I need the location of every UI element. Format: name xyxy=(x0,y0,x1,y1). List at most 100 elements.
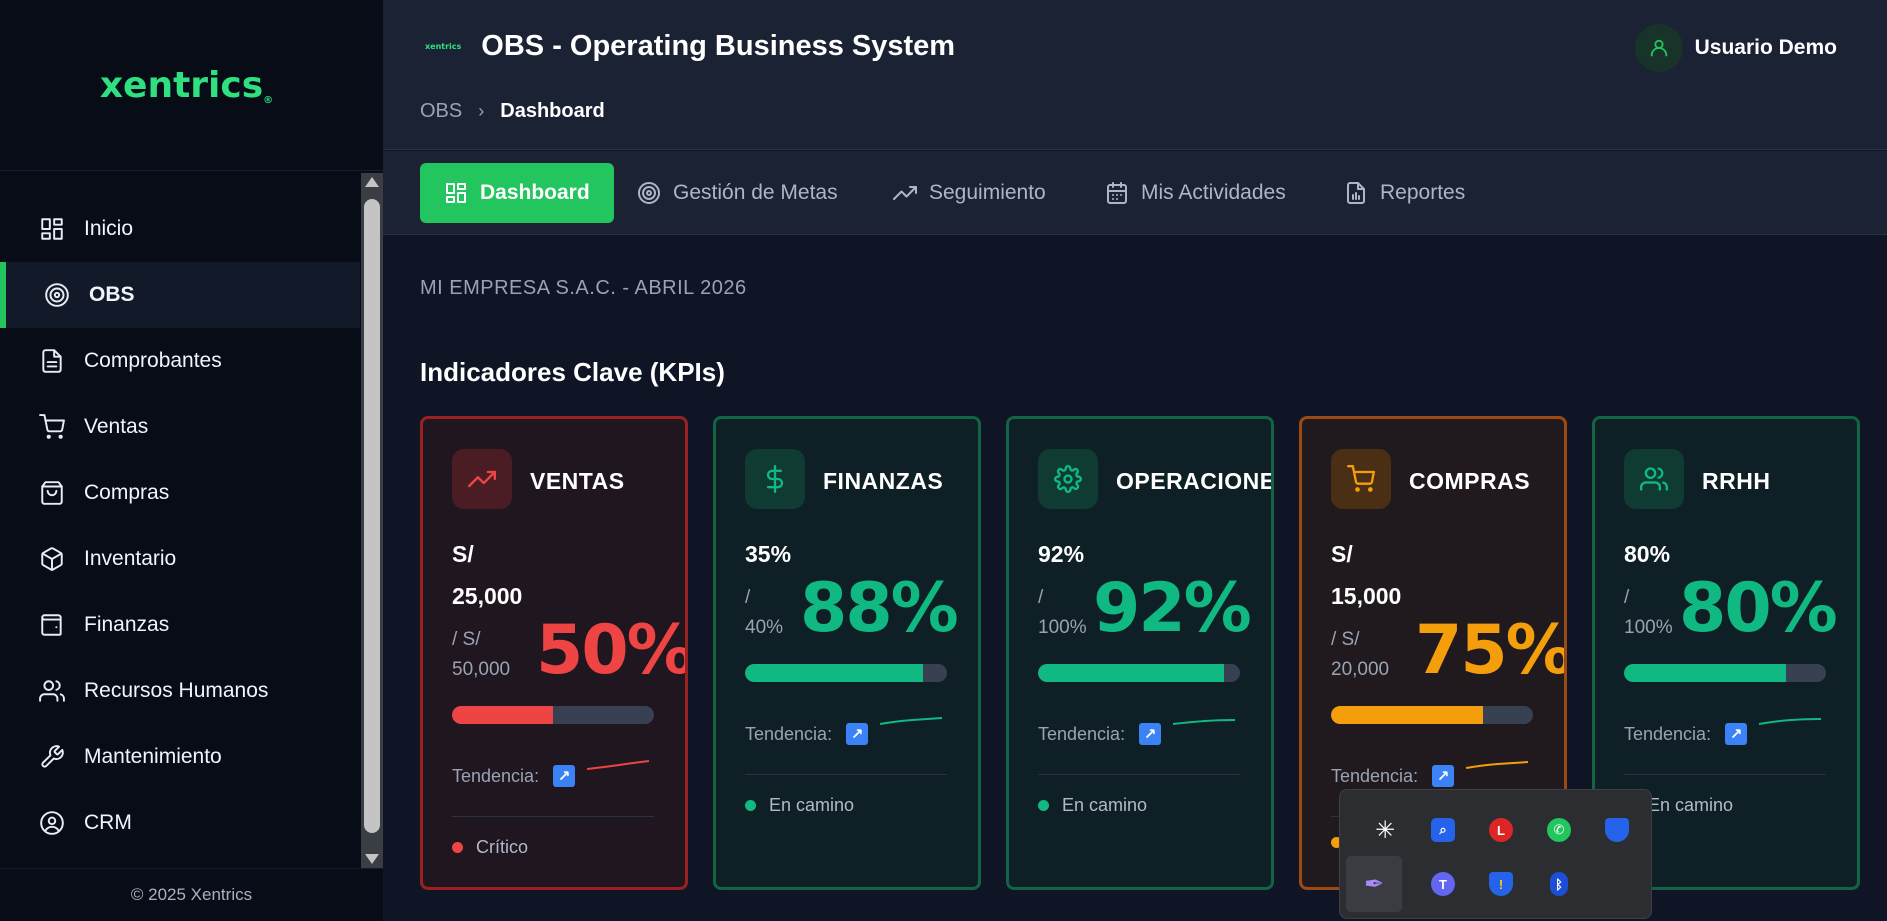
avatar[interactable] xyxy=(1634,24,1683,72)
kpi-current-line2: 15,000 xyxy=(1331,583,1402,609)
kpi-section-title: Indicadores Clave (KPIs) xyxy=(420,357,725,387)
tab-seguimiento[interactable]: Seguimiento xyxy=(893,163,1046,223)
search-app-icon[interactable]: ⌕ xyxy=(1415,802,1471,858)
kpi-percent: 50% xyxy=(536,611,688,690)
sidebar-item-label: OBS xyxy=(89,283,135,306)
sidebar-item-recursos-humanos[interactable]: Recursos Humanos xyxy=(0,658,360,724)
kpi-progress-bar xyxy=(745,664,947,682)
scroll-up-icon[interactable] xyxy=(365,177,379,187)
kpi-target-line2: 100% xyxy=(1624,617,1673,638)
sidebar-item-mantenimiento[interactable]: Mantenimiento xyxy=(0,724,360,790)
sidebar-item-obs[interactable]: OBS xyxy=(0,262,360,328)
sidebar-item-finanzas[interactable]: Finanzas xyxy=(0,592,360,658)
trending-up-icon xyxy=(893,186,917,200)
security-warning-icon[interactable]: ! xyxy=(1473,856,1529,912)
defender-icon[interactable] xyxy=(1589,802,1645,858)
trend-sparkline xyxy=(1465,761,1529,769)
kpi-title: COMPRAS xyxy=(1409,468,1531,494)
kpi-progress-bar xyxy=(1038,664,1240,682)
arrow-up-right-icon: ↗ xyxy=(1139,723,1161,745)
sidebar-item-label: Recursos Humanos xyxy=(84,679,269,702)
sidebar-item-label: Mantenimiento xyxy=(84,745,222,768)
card-divider xyxy=(1624,774,1826,775)
kpi-title: FINANZAS xyxy=(823,468,944,494)
kpi-current-line1: 35% xyxy=(745,541,792,567)
sidebar-item-label: CRM xyxy=(84,811,132,834)
sidebar-footer: © 2025 Xentrics xyxy=(0,868,383,921)
brand-logo[interactable]: xentrics® xyxy=(100,65,273,106)
chevron-right-icon: › xyxy=(478,101,485,121)
company-period: MI EMPRESA S.A.C. - ABRIL 2026 xyxy=(420,277,747,299)
sidebar-item-label: Inventario xyxy=(84,547,177,570)
tab-mis-actividades[interactable]: Mis Actividades xyxy=(1105,163,1286,223)
kpi-target-line2: 50,000 xyxy=(452,659,511,680)
card-divider xyxy=(452,816,654,817)
kpi-percent: 80% xyxy=(1679,569,1838,648)
kpi-current-line1: 80% xyxy=(1624,541,1671,567)
tab-gestion-de-metas[interactable]: Gestión de Metas xyxy=(637,163,838,223)
wrench-icon xyxy=(38,743,66,771)
spark-icon[interactable]: ✳ xyxy=(1357,802,1413,858)
users-icon xyxy=(38,677,66,705)
whatsapp-icon[interactable]: ✆ xyxy=(1531,802,1587,858)
scroll-thumb[interactable] xyxy=(364,199,380,833)
arrow-up-right-icon: ↗ xyxy=(1432,765,1454,787)
trend-label: Tendencia: xyxy=(1038,724,1126,744)
tab-dashboard[interactable]: Dashboard xyxy=(420,163,614,223)
tab-label: Dashboard xyxy=(480,181,590,204)
scroll-down-icon[interactable] xyxy=(365,854,379,864)
kpi-target-line2: 20,000 xyxy=(1331,659,1390,680)
kpi-card-operaciones[interactable]: OPERACIONES 92% / 100% 92% Tendencia: ↗ … xyxy=(1006,416,1274,890)
teams-icon[interactable]: T xyxy=(1415,856,1471,912)
kpi-progress-fill xyxy=(1331,706,1483,724)
kpi-progress-fill xyxy=(1624,664,1786,682)
kpi-title: OPERACIONES xyxy=(1116,468,1274,494)
gear-icon xyxy=(1038,449,1098,509)
cart-icon xyxy=(38,413,66,441)
trend-label: Tendencia: xyxy=(1624,724,1712,744)
kpi-percent: 92% xyxy=(1093,569,1252,648)
l-app-icon[interactable]: L xyxy=(1473,802,1529,858)
breadcrumb-item-obs[interactable]: OBS xyxy=(420,100,462,123)
status-dot xyxy=(1038,800,1049,811)
target-icon xyxy=(43,281,71,309)
sidebar-item-inicio[interactable]: Inicio xyxy=(0,196,360,262)
arrow-up-right-icon: ↗ xyxy=(553,765,575,787)
sidebar-scrollbar[interactable] xyxy=(361,173,383,868)
system-tray-popup: ✳ ⌕ L ✆ ✒ T ! ᛒ xyxy=(1339,789,1652,919)
sidebar-item-crm[interactable]: CRM xyxy=(0,790,360,856)
bluetooth-icon[interactable]: ᛒ xyxy=(1531,856,1587,912)
kpi-card-ventas[interactable]: VENTAS S/ 25,000 / S/ 50,000 50% Tendenc… xyxy=(420,416,688,890)
app-title-row: xentrics OBS - Operating Business System xyxy=(425,30,955,63)
calendar-icon xyxy=(1107,182,1127,204)
kpi-target-line1: / S/ xyxy=(452,629,481,650)
status-dot xyxy=(452,842,463,853)
card-divider xyxy=(1038,774,1240,775)
sidebar-item-ventas[interactable]: Ventas xyxy=(0,394,360,460)
kpi-progress-bar xyxy=(452,706,654,724)
breadcrumb: OBS › Dashboard xyxy=(420,100,605,123)
tab-reportes[interactable]: Reportes xyxy=(1344,163,1465,223)
dollar-icon xyxy=(745,449,805,509)
sidebar-item-compras[interactable]: Compras xyxy=(0,460,360,526)
user-icon xyxy=(1650,39,1667,57)
kpi-progress-bar xyxy=(1624,664,1826,682)
trend-sparkline xyxy=(1758,718,1822,725)
sidebar-nav: Inicio OBS Comprobantes Ventas Compras I… xyxy=(0,196,360,856)
sidebar-item-comprobantes[interactable]: Comprobantes xyxy=(0,328,360,394)
dashboard-icon xyxy=(446,183,466,203)
users-icon xyxy=(1624,449,1684,509)
kpi-status: Crítico xyxy=(452,837,528,858)
user-name[interactable]: Usuario Demo xyxy=(1695,36,1837,60)
kpi-progress-fill xyxy=(452,706,553,724)
feather-icon[interactable]: ✒ xyxy=(1346,856,1402,912)
kpi-percent: 88% xyxy=(800,569,959,648)
sidebar-item-inventario[interactable]: Inventario xyxy=(0,526,360,592)
user-menu[interactable]: Usuario Demo xyxy=(1634,24,1837,72)
arrow-up-right-icon: ↗ xyxy=(1725,723,1747,745)
trend-label: Tendencia: xyxy=(1331,766,1419,786)
app-title: OBS - Operating Business System xyxy=(481,30,956,62)
kpi-current-line1: S/ xyxy=(1331,541,1353,567)
kpi-card-finanzas[interactable]: FINANZAS 35% / 40% 88% Tendencia: ↗ En c… xyxy=(713,416,981,890)
trend-sparkline xyxy=(879,717,943,725)
